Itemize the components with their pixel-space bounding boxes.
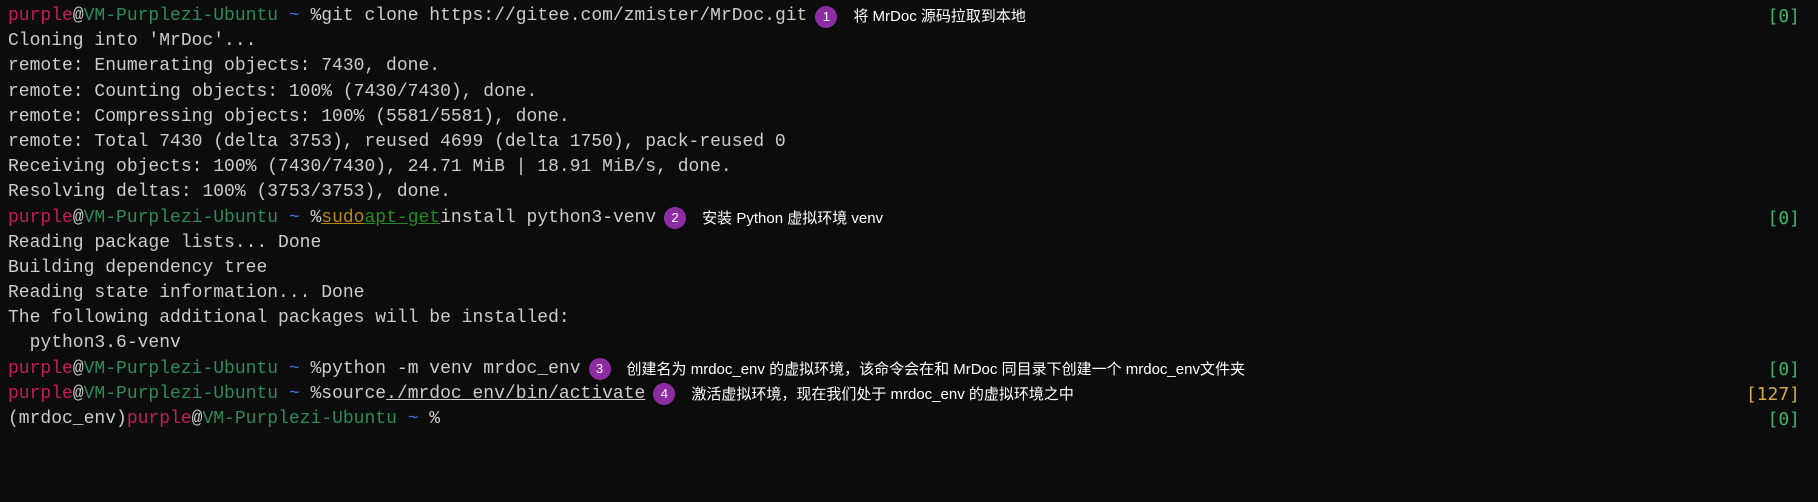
annotation-badge-2: 2	[664, 207, 686, 229]
annotation-badge-4: 4	[653, 383, 675, 405]
prompt-user: purple	[8, 6, 73, 26]
command-source: source	[321, 382, 386, 407]
command-apt: apt-get	[365, 206, 441, 231]
terminal-line-2: purple@VM-Purplezi-Ubuntu ~ % sudo apt-g…	[8, 206, 1810, 231]
terminal-output: remote: Counting objects: 100% (7430/743…	[8, 80, 1810, 105]
annotation-text-4: 激活虚拟环境，现在我们处于 mrdoc_env 的虚拟环境之中	[687, 382, 1078, 407]
annotation-badge-1: 1	[815, 6, 837, 28]
annotation-badge-3: 3	[589, 358, 611, 380]
annotation-text-3: 创建名为 mrdoc_env 的虚拟环境，该命令会在和 MrDoc 同目录下创建…	[623, 357, 1249, 382]
prompt-host: VM-Purplezi-Ubuntu	[84, 6, 278, 26]
command-text: git clone https://gitee.com/zmister/MrDo…	[321, 4, 807, 29]
exit-status: [0]	[1767, 357, 1800, 382]
command-sudo: sudo	[321, 206, 364, 231]
terminal-output: Reading state information... Done	[8, 281, 1810, 306]
exit-status: [0]	[1767, 407, 1800, 432]
terminal-line-1: purple@VM-Purplezi-Ubuntu ~ % git clone …	[8, 4, 1810, 29]
terminal-line-3: purple@VM-Purplezi-Ubuntu ~ % python -m …	[8, 357, 1810, 382]
exit-status: [0]	[1767, 206, 1800, 231]
prompt: purple@VM-Purplezi-Ubuntu ~ %	[8, 206, 321, 231]
command-path: ./mrdoc_env/bin/activate	[386, 382, 645, 407]
prompt: purple@VM-Purplezi-Ubuntu ~ %	[127, 407, 440, 432]
exit-status: [127]	[1746, 382, 1800, 407]
annotation-text-1: 将 MrDoc 源码拉取到本地	[849, 4, 1030, 29]
command-text: python -m venv mrdoc_env	[321, 357, 580, 382]
terminal-output: remote: Total 7430 (delta 3753), reused …	[8, 130, 1810, 155]
command-args: install python3-venv	[440, 206, 656, 231]
terminal-output: remote: Compressing objects: 100% (5581/…	[8, 105, 1810, 130]
exit-status: [0]	[1767, 4, 1800, 29]
terminal-output: python3.6-venv	[8, 331, 1810, 356]
prompt: purple@VM-Purplezi-Ubuntu ~ %	[8, 382, 321, 407]
venv-prefix: (mrdoc_env)	[8, 407, 127, 432]
terminal-line-4: purple@VM-Purplezi-Ubuntu ~ % source ./m…	[8, 382, 1810, 407]
terminal-output: remote: Enumerating objects: 7430, done.	[8, 54, 1810, 79]
terminal-line-5: (mrdoc_env) purple@VM-Purplezi-Ubuntu ~ …	[8, 407, 1810, 432]
annotation-text-2: 安装 Python 虚拟环境 venv	[698, 206, 887, 231]
terminal-output: The following additional packages will b…	[8, 306, 1810, 331]
terminal-output: Cloning into 'MrDoc'...	[8, 29, 1810, 54]
terminal-output: Reading package lists... Done	[8, 231, 1810, 256]
prompt-path: ~	[278, 6, 310, 26]
terminal-output: Building dependency tree	[8, 256, 1810, 281]
terminal-output: Resolving deltas: 100% (3753/3753), done…	[8, 180, 1810, 205]
prompt: purple@VM-Purplezi-Ubuntu ~ %	[8, 357, 321, 382]
prompt: purple@VM-Purplezi-Ubuntu ~ %	[8, 4, 321, 29]
terminal-output: Receiving objects: 100% (7430/7430), 24.…	[8, 155, 1810, 180]
